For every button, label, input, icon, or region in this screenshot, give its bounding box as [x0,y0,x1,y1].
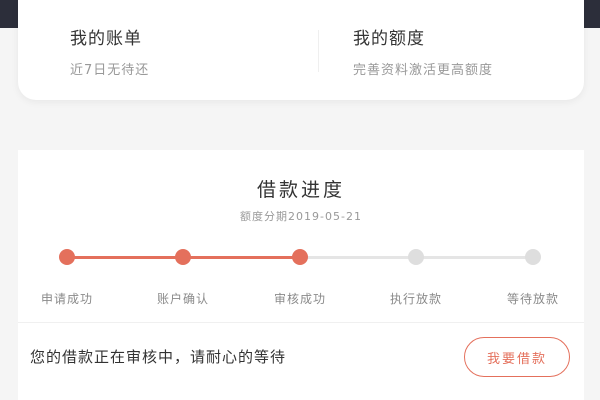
my-credit-subtitle: 完善资料激活更高额度 [353,63,494,78]
loan-progress-card: 借款进度 额度分期2019-05-21 申请成功 账户确认 审核成功 执行放款 … [18,150,584,400]
status-message: 您的借款正在审核中，请耐心的等待 [30,348,287,366]
step-label-3: 审核成功 [273,292,326,306]
apply-loan-button[interactable]: 我要借款 [464,337,570,377]
progress-date: 额度分期2019-05-21 [240,210,362,223]
my-credit-title: 我的额度 [353,29,425,49]
step-dot-5 [525,249,541,265]
progress-title: 借款进度 [256,179,345,201]
step-dot-3 [292,249,308,265]
my-credit-entry[interactable]: 我的额度 完善资料激活更高额度 [301,0,584,100]
step-dot-4 [408,249,424,265]
step-label-1: 申请成功 [40,292,93,306]
step-dot-1 [59,249,75,265]
step-label-5: 等待放款 [506,292,559,306]
my-bill-entry[interactable]: 我的账单 近7日无待还 [18,0,301,100]
my-bill-subtitle: 近7日无待还 [70,63,150,78]
step-label-2: 账户确认 [156,292,209,306]
step-dot-2 [175,249,191,265]
step-label-4: 执行放款 [389,292,442,306]
summary-divider [318,30,319,72]
progress-divider [18,322,584,323]
summary-card: 我的账单 近7日无待还 我的额度 完善资料激活更高额度 [18,0,584,100]
my-bill-title: 我的账单 [70,29,142,49]
